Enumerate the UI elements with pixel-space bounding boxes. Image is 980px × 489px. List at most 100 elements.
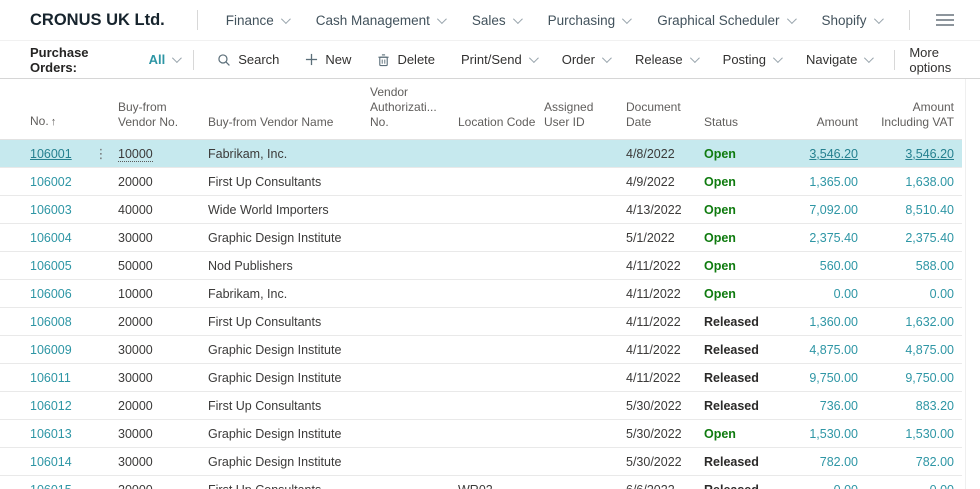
amount-incl-vat-link[interactable]: 1,530.00 xyxy=(905,427,954,441)
table-row[interactable]: 106009 30000 Graphic Design Institute 4/11/… xyxy=(0,335,962,364)
row-options-icon[interactable]: ⋮ xyxy=(95,146,108,161)
amount-incl-vat-link[interactable]: 883.20 xyxy=(916,399,954,413)
amount-incl-vat-link[interactable]: 782.00 xyxy=(916,455,954,469)
column-header-amount[interactable]: Amount xyxy=(780,79,866,140)
order-no-link[interactable]: 106009 xyxy=(30,343,72,357)
cell-no[interactable]: 106005 xyxy=(0,251,92,280)
column-header-amount-incl-vat[interactable]: Amount Including VAT xyxy=(866,79,962,140)
amount-incl-vat-link[interactable]: 588.00 xyxy=(916,259,954,273)
amount-link[interactable]: 736.00 xyxy=(820,399,858,413)
cell-amount-incl-vat[interactable]: 0.00 xyxy=(866,475,962,489)
nav-item-shopify[interactable]: Shopify xyxy=(822,13,884,28)
cell-amount-incl-vat[interactable]: 1,638.00 xyxy=(866,167,962,196)
table-row[interactable]: 106001 ⋮ 10000 Fabrikam, Inc. 4/8/2022 Open 3,… xyxy=(0,139,962,168)
cell-amount[interactable]: 1,360.00 xyxy=(780,307,866,336)
order-no-link[interactable]: 106011 xyxy=(30,371,71,385)
cell-amount-incl-vat[interactable]: 9,750.00 xyxy=(866,363,962,392)
cell-amount[interactable]: 1,365.00 xyxy=(780,167,866,196)
cell-amount[interactable]: 7,092.00 xyxy=(780,195,866,224)
order-no-link[interactable]: 106013 xyxy=(30,427,72,441)
column-header-vendor-no[interactable]: Buy-from Vendor No. xyxy=(118,79,208,140)
column-header-document-date[interactable]: Document Date xyxy=(626,79,704,140)
amount-link[interactable]: 1,530.00 xyxy=(809,427,858,441)
nav-item-purchasing[interactable]: Purchasing xyxy=(548,13,633,28)
cell-row-menu[interactable]: ⋮ xyxy=(92,139,118,168)
table-row[interactable]: 106005 50000 Nod Publishers 4/11/2022 Open 56… xyxy=(0,251,962,280)
nav-item-cash-management[interactable]: Cash Management xyxy=(316,13,447,28)
order-no-link[interactable]: 106003 xyxy=(30,203,72,217)
column-header-location-code[interactable]: Location Code xyxy=(458,79,544,140)
table-row[interactable]: 106004 30000 Graphic Design Institute 5/1/2… xyxy=(0,223,962,252)
cell-amount[interactable]: 1,530.00 xyxy=(780,419,866,448)
print-send-menu[interactable]: Print/Send xyxy=(461,52,539,67)
cell-amount-incl-vat[interactable]: 8,510.40 xyxy=(866,195,962,224)
cell-no[interactable]: 106015 xyxy=(0,475,92,489)
amount-link[interactable]: 560.00 xyxy=(820,259,858,273)
amount-incl-vat-link[interactable]: 0.00 xyxy=(930,483,954,489)
cell-no[interactable]: 106011 xyxy=(0,363,92,392)
cell-no[interactable]: 106002 xyxy=(0,167,92,196)
order-no-link[interactable]: 106002 xyxy=(30,175,72,189)
column-header-vendor-name[interactable]: Buy-from Vendor Name xyxy=(208,79,370,140)
posting-menu[interactable]: Posting xyxy=(723,52,783,67)
table-row[interactable]: 106011 30000 Graphic Design Institute 4/11/… xyxy=(0,363,962,392)
table-row[interactable]: 106008 20000 First Up Consultants 4/11/2022… xyxy=(0,307,962,336)
cell-amount[interactable]: 3,546.20 xyxy=(780,139,866,168)
amount-incl-vat-link[interactable]: 1,632.00 xyxy=(905,315,954,329)
order-no-link[interactable]: 106001 xyxy=(30,147,72,161)
cell-amount-incl-vat[interactable]: 1,632.00 xyxy=(866,307,962,336)
cell-no[interactable]: 106012 xyxy=(0,391,92,420)
cell-amount[interactable]: 2,375.40 xyxy=(780,223,866,252)
cell-amount-incl-vat[interactable]: 588.00 xyxy=(866,251,962,280)
amount-link[interactable]: 4,875.00 xyxy=(809,343,858,357)
cell-no[interactable]: 106003 xyxy=(0,195,92,224)
menu-icon[interactable] xyxy=(935,11,954,29)
new-button[interactable]: New xyxy=(305,52,351,67)
amount-link[interactable]: 2,375.40 xyxy=(809,231,858,245)
cell-amount-incl-vat[interactable]: 3,546.20 xyxy=(866,139,962,168)
table-row[interactable]: 106013 30000 Graphic Design Institute 5/30/… xyxy=(0,419,962,448)
filter-dropdown[interactable]: All xyxy=(149,52,183,67)
cell-amount[interactable]: 0.00 xyxy=(780,279,866,308)
amount-incl-vat-link[interactable]: 1,638.00 xyxy=(905,175,954,189)
amount-link[interactable]: 9,750.00 xyxy=(809,371,858,385)
amount-incl-vat-link[interactable]: 8,510.40 xyxy=(905,203,954,217)
search-button[interactable]: Search xyxy=(217,52,279,67)
table-row[interactable]: 106012 20000 First Up Consultants 5/30/2022… xyxy=(0,391,962,420)
order-no-link[interactable]: 106012 xyxy=(30,399,72,413)
amount-incl-vat-link[interactable]: 0.00 xyxy=(930,287,954,301)
table-row[interactable]: 106014 30000 Graphic Design Institute 5/30/… xyxy=(0,447,962,476)
amount-link[interactable]: 782.00 xyxy=(820,455,858,469)
cell-no[interactable]: 106014 xyxy=(0,447,92,476)
order-no-link[interactable]: 106015 xyxy=(30,483,72,489)
delete-button[interactable]: Delete xyxy=(377,52,435,67)
cell-amount[interactable]: 782.00 xyxy=(780,447,866,476)
amount-incl-vat-link[interactable]: 4,875.00 xyxy=(905,343,954,357)
order-menu[interactable]: Order xyxy=(562,52,612,67)
cell-amount-incl-vat[interactable]: 782.00 xyxy=(866,447,962,476)
column-header-no[interactable]: No. ↑ xyxy=(0,79,92,140)
column-header-assigned-user-id[interactable]: Assigned User ID xyxy=(544,79,626,140)
release-menu[interactable]: Release xyxy=(635,52,700,67)
cell-no[interactable]: 106001 xyxy=(0,139,92,168)
column-header-vendor-auth-no[interactable]: Vendor Authorizati... No. xyxy=(370,79,458,140)
table-row[interactable]: 106003 40000 Wide World Importers 4/13/2022… xyxy=(0,195,962,224)
cell-amount[interactable]: 0.00 xyxy=(780,475,866,489)
order-no-link[interactable]: 106006 xyxy=(30,287,72,301)
cell-amount-incl-vat[interactable]: 1,530.00 xyxy=(866,419,962,448)
table-row[interactable]: 106006 10000 Fabrikam, Inc. 4/11/2022 Open 0.… xyxy=(0,279,962,308)
cell-no[interactable]: 106006 xyxy=(0,279,92,308)
nav-item-finance[interactable]: Finance xyxy=(226,13,291,28)
cell-amount[interactable]: 9,750.00 xyxy=(780,363,866,392)
cell-no[interactable]: 106009 xyxy=(0,335,92,364)
amount-incl-vat-link[interactable]: 3,546.20 xyxy=(905,147,954,161)
cell-no[interactable]: 106004 xyxy=(0,223,92,252)
column-header-status[interactable]: Status xyxy=(704,79,780,140)
order-no-link[interactable]: 106008 xyxy=(30,315,72,329)
cell-no[interactable]: 106008 xyxy=(0,307,92,336)
order-no-link[interactable]: 106005 xyxy=(30,259,72,273)
amount-link[interactable]: 3,546.20 xyxy=(809,147,858,161)
table-row[interactable]: 106002 20000 First Up Consultants 4/9/2022 O… xyxy=(0,167,962,196)
amount-link[interactable]: 0.00 xyxy=(834,287,858,301)
cell-amount-incl-vat[interactable]: 883.20 xyxy=(866,391,962,420)
